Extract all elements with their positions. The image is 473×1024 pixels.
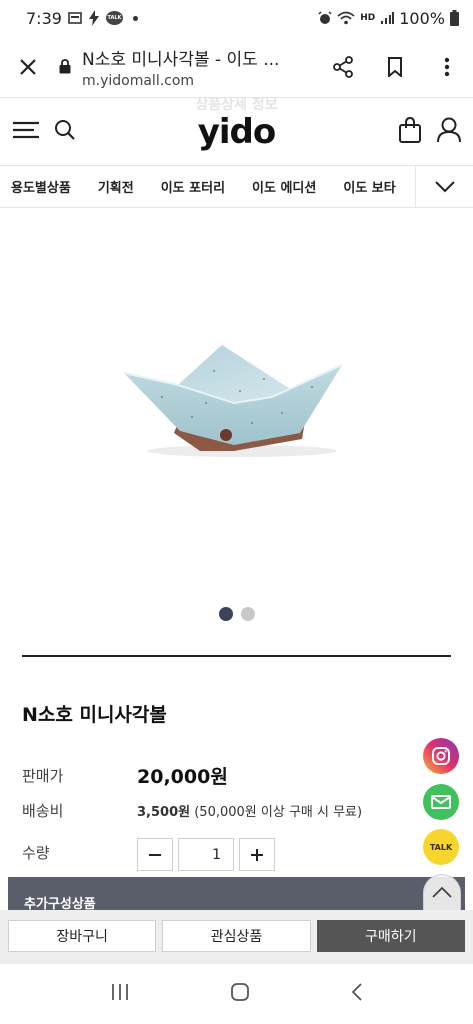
kakaotalk-icon: TALK [429, 842, 453, 852]
price-value: 20,000원 [137, 766, 228, 788]
category-item[interactable]: 이도 에디션 [252, 177, 316, 196]
quantity-decrease-button[interactable] [137, 838, 173, 871]
more-menu-button[interactable] [421, 56, 473, 78]
page-url: m.yidomall.com [82, 72, 195, 89]
account-button[interactable] [437, 117, 461, 147]
wishlist-button[interactable]: 관심상품 [162, 920, 311, 952]
page-title: N소호 미니사각볼 - 이도 ... [82, 49, 280, 70]
share-icon [333, 55, 353, 78]
instagram-button[interactable] [423, 738, 459, 774]
more-notifications-icon [132, 15, 138, 21]
search-icon [55, 119, 75, 140]
quantity-stepper: 1 [137, 838, 275, 871]
minus-icon [149, 853, 161, 856]
product-name: N소호 미니사각볼 [22, 704, 167, 726]
quantity-input[interactable]: 1 [178, 838, 234, 871]
plus-icon [251, 848, 263, 861]
carousel-indicators [0, 607, 473, 621]
category-item[interactable]: 이도 포터리 [161, 177, 225, 196]
alarm-icon [318, 11, 332, 25]
mail-button[interactable] [423, 784, 459, 820]
shipping-row: 배송비 3,500원 (50,000원 이상 구매 시 무료) [22, 800, 362, 821]
more-vertical-icon [444, 57, 450, 76]
lock-icon [56, 59, 74, 74]
back-button[interactable] [351, 982, 363, 1006]
kakaotalk-notification-icon: TALK [105, 11, 123, 25]
carousel-dot[interactable] [240, 607, 255, 621]
category-item[interactable]: 용도별상품 [11, 177, 71, 196]
instagram-icon [432, 747, 450, 765]
shopping-bag-icon [399, 116, 421, 143]
close-icon [20, 58, 36, 75]
battery-icon [450, 10, 459, 26]
site-header: 상품상세 정보 yido [0, 98, 473, 166]
home-button[interactable] [230, 982, 250, 1006]
recent-apps-button[interactable] [110, 983, 130, 1005]
carousel-dot-active[interactable] [218, 607, 233, 621]
price-row: 판매가 20,000원 [22, 762, 228, 789]
android-nav-bar [0, 964, 473, 1024]
category-nav: 용도별상품 기획전 이도 포터리 이도 에디션 이도 보타 [0, 165, 473, 208]
hamburger-icon [13, 121, 39, 138]
status-time: 7:39 [26, 8, 62, 28]
purchase-action-bar: 장바구니 관심상품 구매하기 [0, 910, 473, 964]
quantity-row: 수량 1 [22, 838, 275, 871]
section-divider [22, 655, 451, 657]
shipping-note: (50,000원 이상 구매 시 무료) [194, 805, 363, 820]
chevron-up-icon [432, 886, 452, 898]
cart-button[interactable] [399, 116, 421, 147]
product-image[interactable] [0, 208, 473, 594]
gallery-icon [68, 12, 82, 24]
shipping-fee: 3,500원 [137, 805, 191, 820]
mail-icon [431, 795, 451, 809]
status-bar: 7:39 TALK HD 100% [0, 0, 473, 36]
signal-icon [380, 11, 395, 25]
quantity-increase-button[interactable] [239, 838, 275, 871]
address-bar[interactable]: N소호 미니사각볼 - 이도 ... m.yidomall.com [82, 45, 317, 89]
bolt-icon [88, 10, 100, 26]
menu-button[interactable] [12, 121, 40, 143]
back-icon [351, 983, 362, 1001]
category-item[interactable]: 이도 보타 [343, 177, 395, 196]
bookmark-button[interactable] [369, 56, 421, 78]
price-label: 판매가 [22, 767, 64, 785]
section-ghost-title: 상품상세 정보 [195, 97, 278, 113]
scroll-top-button[interactable] [423, 874, 461, 908]
search-button[interactable] [54, 119, 76, 145]
browser-toolbar: N소호 미니사각볼 - 이도 ... m.yidomall.com [0, 36, 473, 98]
shipping-label: 배송비 [22, 802, 64, 820]
user-icon [437, 117, 461, 142]
hd-voice-icon: HD [360, 13, 376, 23]
kakaotalk-button[interactable]: TALK [423, 829, 459, 865]
addon-products-bar[interactable]: 추가구성상품 [8, 877, 465, 910]
recent-apps-icon [112, 984, 129, 1000]
battery-percent: 100% [399, 8, 445, 28]
add-to-cart-button[interactable]: 장바구니 [8, 920, 157, 952]
share-button[interactable] [317, 55, 369, 78]
category-expand-button[interactable] [415, 165, 473, 208]
category-item[interactable]: 기획전 [98, 177, 134, 196]
square-bowl-image [123, 345, 342, 457]
close-tab-button[interactable] [0, 58, 56, 76]
wifi-icon [337, 11, 355, 25]
buy-now-button[interactable]: 구매하기 [316, 920, 465, 952]
bookmark-icon [388, 56, 402, 77]
chevron-down-icon [434, 180, 455, 192]
home-icon [231, 983, 250, 1001]
quantity-label: 수량 [22, 844, 50, 862]
